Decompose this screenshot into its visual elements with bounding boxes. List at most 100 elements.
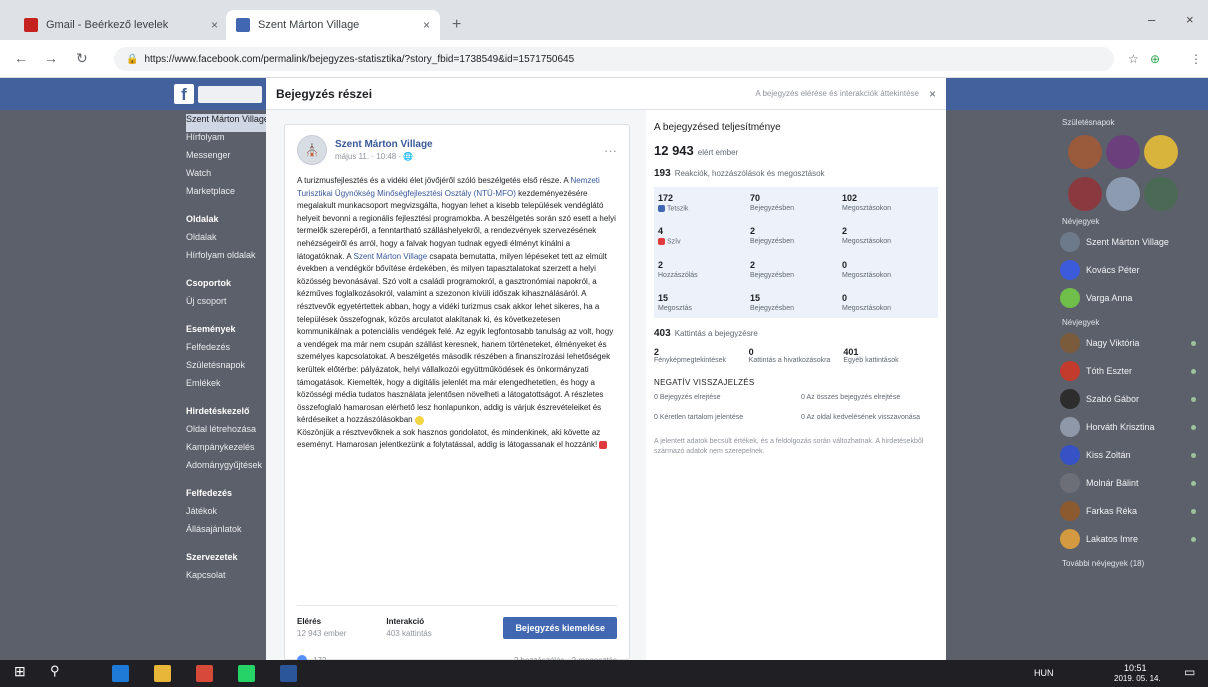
contact-item[interactable]: Kovács Péter [1054,256,1202,284]
tab-close-icon[interactable]: × [423,18,430,32]
smile-emoji-icon [414,415,424,425]
tab-gmail[interactable]: Gmail - Beérkező levelek × [14,10,228,40]
search-icon[interactable]: ⚲ [50,663,67,680]
sidebar-item[interactable]: Hirdetéskezelő [186,406,266,424]
sidebar-item[interactable]: Hírfolyam oldalak [186,250,266,268]
contact-item[interactable]: Kiss Zoltán [1054,441,1202,469]
sidebar-item[interactable]: Adománygyűjtések [186,460,266,478]
sidebar-item[interactable]: Új csoport [186,296,266,314]
avatar [1060,473,1080,493]
chrome-taskbar-icon[interactable] [196,665,213,682]
contact-item[interactable]: Varga Anna [1054,284,1202,312]
clock-time[interactable]: 10:51 [1124,663,1147,673]
sidebar-item[interactable]: Felfedezés [186,488,266,506]
contact-item[interactable]: Szent Márton Village [1054,228,1202,256]
boost-post-button[interactable]: Bejegyzés kiemelése [503,616,617,639]
sidebar-item[interactable]: Játékok [186,506,266,524]
close-icon[interactable]: × [929,87,936,101]
sidebar-item[interactable]: Csoportok [186,278,266,296]
close-window-icon[interactable]: × [1186,12,1194,27]
contact-item[interactable]: Molnár Bálint [1054,469,1202,497]
interaction-summary: Interakció 403 kattintás [386,617,432,638]
reaction-stat-cell: 2 Hozzászólás [658,259,698,279]
minimize-icon[interactable]: – [1148,12,1155,27]
modal-header: Bejegyzés részei A bejegyzés elérése és … [266,78,946,110]
address-bar-row: ← → ↻ 🔒 https://www.facebook.com/permali… [0,40,1208,78]
facebook-logo-icon[interactable]: f [174,84,194,104]
avatar[interactable] [1144,177,1178,211]
post-options-icon[interactable]: ··· [604,143,617,158]
contact-name: Szent Márton Village [1086,237,1169,247]
clock-date[interactable]: 2019. 05. 14. [1114,674,1161,683]
sidebar-item[interactable]: Messenger [186,150,266,168]
online-status-icon [1191,480,1196,486]
click-stat-cell: 2 Fényképmegtekintések [654,346,726,364]
globe-icon: 🌐 [403,152,414,161]
contact-item[interactable]: Tóth Eszter [1054,357,1202,385]
avatar[interactable] [1144,135,1178,169]
contact-name: Szabó Gábor [1086,394,1140,404]
avatar[interactable] [1106,135,1140,169]
post-link[interactable]: Szent Márton Village [354,252,428,261]
forward-icon[interactable]: → [44,50,58,66]
post-author[interactable]: Szent Márton Village [335,139,433,150]
sidebar-item[interactable]: Oldal létrehozása [186,424,266,442]
sidebar-item[interactable]: Oldalak [186,214,266,232]
bookmark-star-icon[interactable]: ☆ [1128,52,1139,66]
sidebar-item[interactable]: Születésnapok [186,360,266,378]
avatar [1060,501,1080,521]
menu-dots-icon[interactable]: ⋮ [1190,52,1202,66]
negative-feedback-item: 0 Az összes bejegyzés elrejtése [801,393,901,401]
explorer-taskbar-icon[interactable] [154,665,171,682]
more-contacts-link[interactable]: További névjegyek (18) [1062,559,1202,568]
sidebar-item[interactable]: Emlékek [186,378,266,396]
new-tab-button[interactable]: + [452,16,461,34]
contact-item[interactable]: Lakatos Imre [1054,525,1202,553]
whatsapp-taskbar-icon[interactable] [238,665,255,682]
sidebar-item[interactable]: Felfedezés [186,342,266,360]
tab-close-icon[interactable]: × [211,18,218,32]
sidebar-item[interactable]: Szervezetek [186,552,266,570]
contact-name: Molnár Bálint [1086,478,1139,488]
contact-item[interactable]: Nagy Viktória [1054,329,1202,357]
language-indicator[interactable]: HUN [1034,668,1054,678]
avatar [1060,361,1080,381]
contact-item[interactable]: Szabó Gábor [1054,385,1202,413]
sidebar-item[interactable]: Watch [186,168,266,186]
word-taskbar-icon[interactable] [280,665,297,682]
page-avatar-icon[interactable]: ⛪ [297,135,327,165]
sidebar-item[interactable]: Hírfolyam [186,132,266,150]
sidebar-item[interactable]: Események [186,324,266,342]
edge-taskbar-icon[interactable] [112,665,129,682]
tab-facebook[interactable]: Szent Márton Village × [226,10,440,40]
online-status-icon [1191,340,1196,346]
reload-icon[interactable]: ↻ [76,50,88,67]
tab-title: Szent Márton Village [258,19,360,31]
sidebar-item[interactable]: Kampánykezelés [186,442,266,460]
sidebar-item[interactable]: Oldalak [186,232,266,250]
reaction-icon [658,205,665,212]
windows-start-icon[interactable]: ⊞ [14,663,31,680]
reach-summary: Elérés 12 943 ember [297,617,347,638]
back-icon[interactable]: ← [14,50,28,66]
avatar[interactable] [1068,135,1102,169]
sidebar-item[interactable]: Állásajánlatok [186,524,266,542]
gmail-favicon-icon [24,18,38,32]
notification-icon[interactable]: ▭ [1184,665,1195,679]
post-details-modal: ⛪ Szent Márton Village május 11. · 10:48… [266,110,946,665]
post-timestamp: május 11. · 10:48 · 🌐 [335,152,414,161]
contact-name: Kovács Péter [1086,265,1140,275]
url-input[interactable]: 🔒 https://www.facebook.com/permalink/bej… [114,47,1114,71]
contact-name: Varga Anna [1086,293,1133,303]
facebook-search-input[interactable] [198,86,262,103]
avatar[interactable] [1068,177,1102,211]
sidebar-item[interactable]: Kapcsolat [186,570,266,588]
contact-item[interactable]: Horváth Krisztina [1054,413,1202,441]
extension-icon[interactable]: ⊕ [1150,52,1160,66]
sidebar-item[interactable]: Marketplace [186,186,266,204]
contact-item[interactable]: Farkas Réka [1054,497,1202,525]
avatar[interactable] [1106,177,1140,211]
sidebar-item[interactable]: Szent Márton Village [186,114,266,132]
right-sidebar: Születésnapok Névjegyek Szent Márton Vil… [1054,112,1202,570]
